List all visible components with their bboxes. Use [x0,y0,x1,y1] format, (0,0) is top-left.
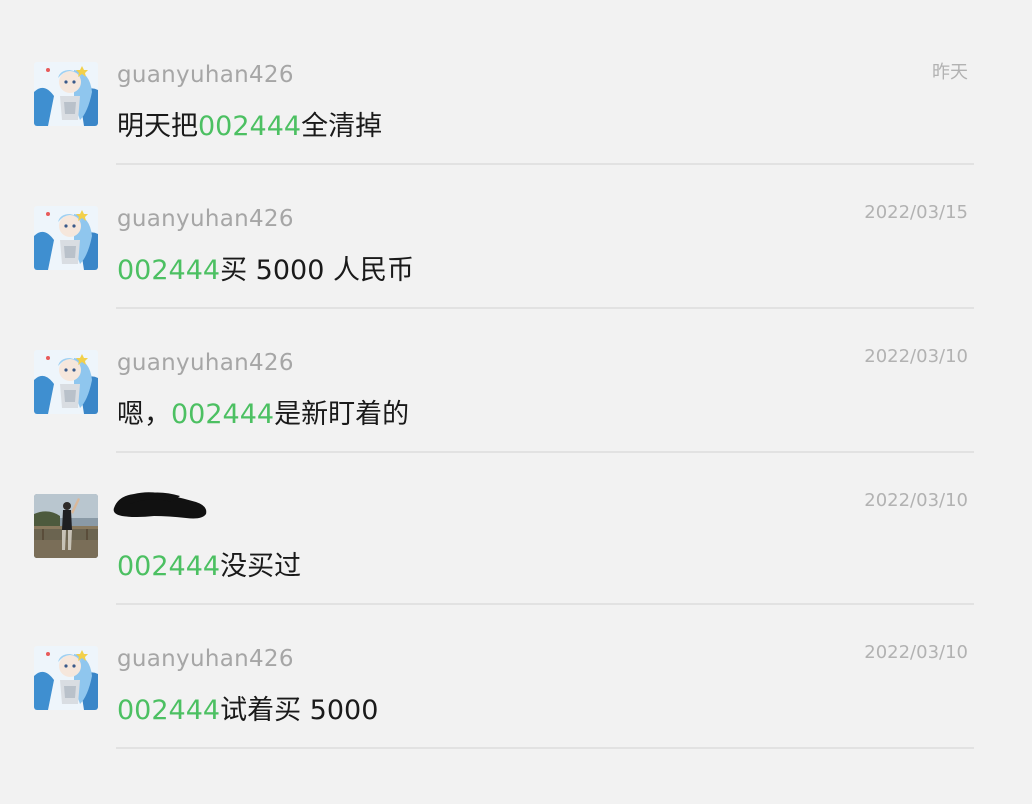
row-divider [116,747,974,749]
chat-search-results: guanyuhan426 昨天 明天把002444全清掉 guanyuhan42… [0,0,1032,804]
message-date: 2022/03/10 [864,642,968,663]
anime-avatar-icon [34,646,98,710]
message-text: 002444试着买 5000 [117,688,378,727]
sender-name: guanyuhan426 [117,646,294,672]
message-row[interactable]: guanyuhan426 2022/03/10 002444试着买 5000 [0,0,1032,750]
stock-code-highlight: 002444 [117,695,221,726]
avatar[interactable] [34,646,98,710]
text-after: 试着买 5000 [220,695,379,726]
